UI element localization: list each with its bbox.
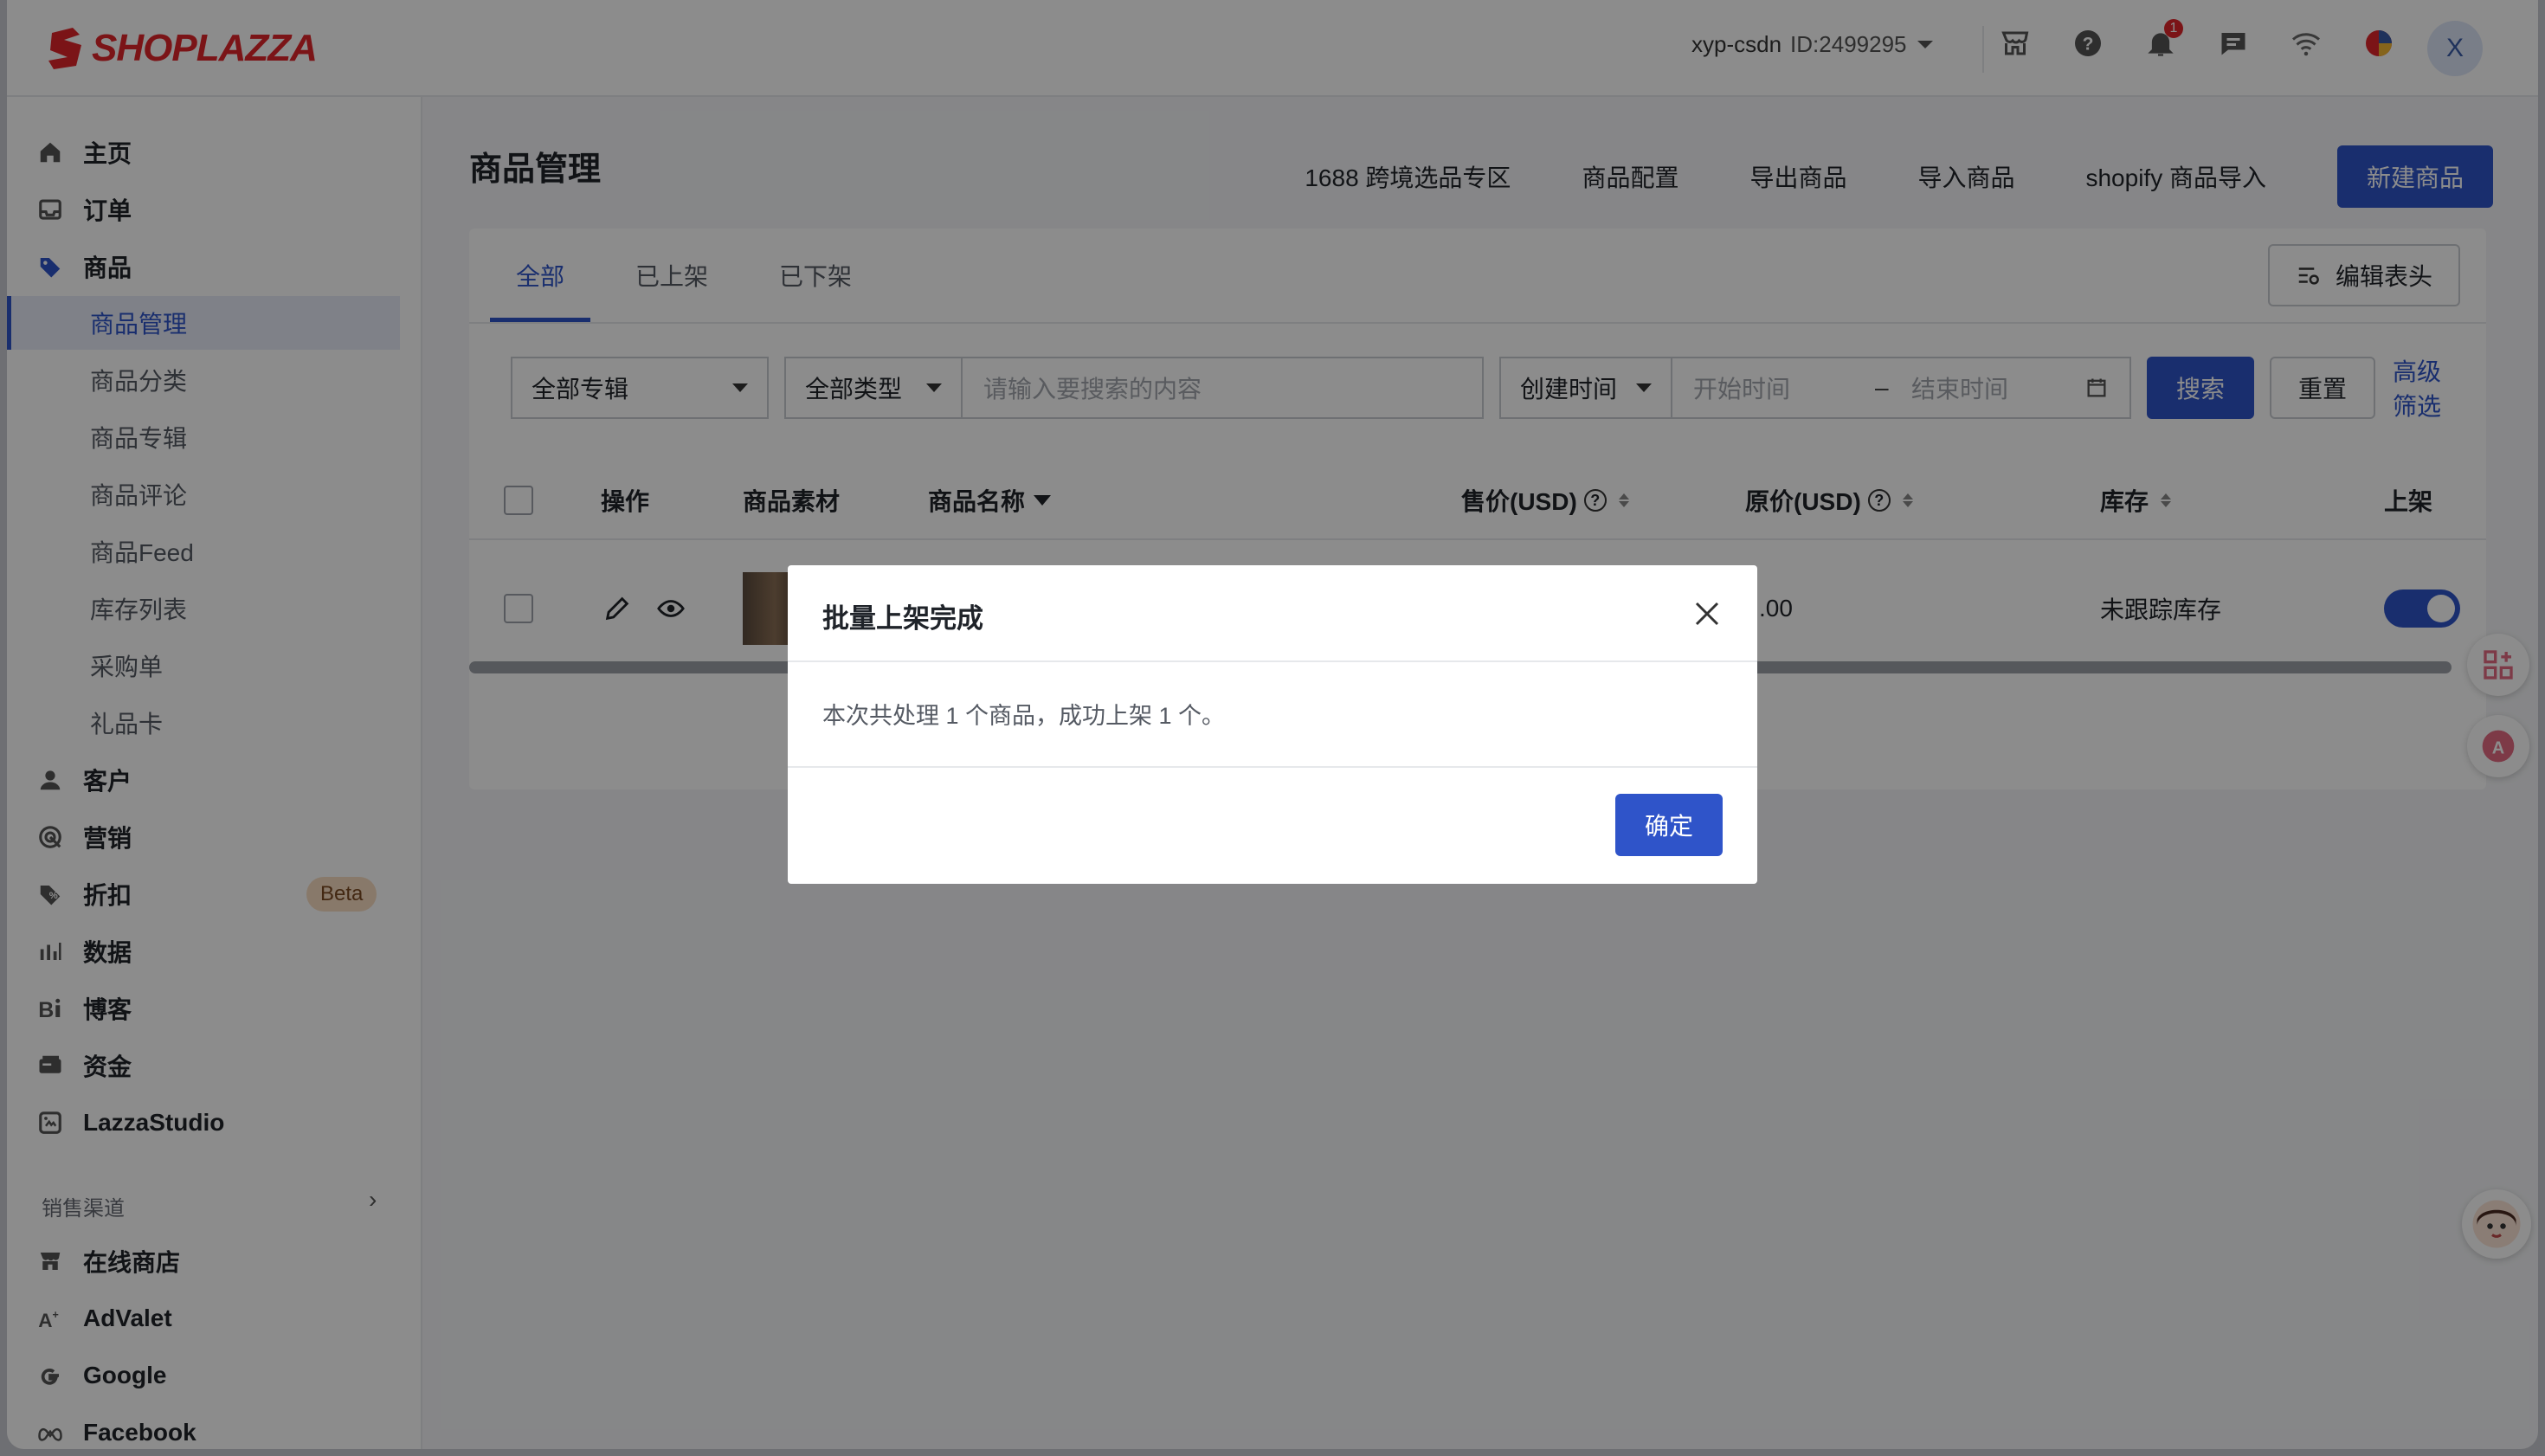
dialog-divider bbox=[788, 766, 1757, 768]
dialog-message: 本次共处理 1 个商品，成功上架 1 个。 bbox=[822, 703, 1226, 729]
confirm-button[interactable]: 确定 bbox=[1615, 794, 1723, 856]
close-icon[interactable] bbox=[1688, 595, 1726, 633]
dialog-header: 批量上架完成 bbox=[788, 565, 1757, 662]
dialog-title: 批量上架完成 bbox=[822, 603, 983, 634]
batch-publish-dialog: 批量上架完成 本次共处理 1 个商品，成功上架 1 个。 确定 bbox=[788, 565, 1757, 884]
